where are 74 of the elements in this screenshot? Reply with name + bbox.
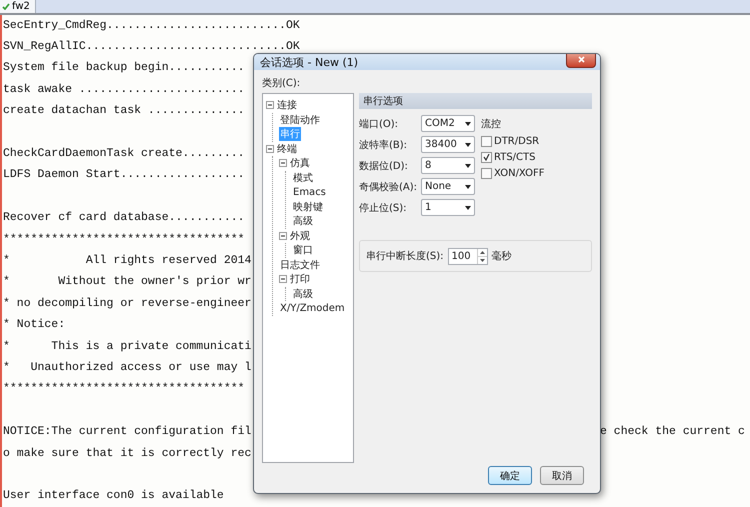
tree-item[interactable]: 终端 [276,142,298,156]
terminal-line: LDFS Daemon Start.................. [3,168,245,182]
tree-item[interactable]: Emacs [292,186,327,198]
tree-item[interactable]: 登陆动作 [279,112,321,127]
terminal-line: NOTICE:The current configuration fil [3,425,252,440]
terminal-line: * no decompiling or reverse-engineer [3,296,252,311]
field-label: 端口(O): [359,118,400,130]
tree-item[interactable]: 日志文件 [279,258,321,272]
close-button[interactable] [566,54,596,68]
field-label: 串行中断长度(S): [366,250,444,263]
collapse-icon[interactable] [279,232,287,240]
terminal-line: e check the current c [600,425,745,440]
tree-item[interactable]: 外观 [289,228,311,243]
field-label: 数据位(D): [359,160,409,172]
checkbox-label: RTS/CTS [494,152,536,163]
checkbox-label: DTR/DSR [494,136,540,147]
unit-label: 毫秒 [492,250,512,263]
terminal-line: SecEntry_CmdReg..........................OK [3,18,300,33]
tree-item[interactable]: 打印 [289,272,311,286]
dropdown-field[interactable]: 8 [421,157,475,174]
dropdown-field[interactable]: COM2 [421,115,475,132]
terminal-line: SVN_RegAllIC.............................OK [3,40,300,54]
terminal-line: *********************************** [3,382,245,396]
tree-item[interactable]: 高级 [292,214,314,228]
dropdown-field[interactable]: 1 [421,199,475,216]
checkbox[interactable] [481,152,492,163]
caret-icon [465,184,471,188]
tree-item[interactable]: 高级 [292,286,314,301]
caret-icon [465,122,471,126]
tree-item[interactable]: 仿真 [289,156,311,170]
terminal-line: User interface con0 is available [3,489,224,504]
terminal-line: * Unauthorized access or use may l [3,360,252,375]
caret-icon [465,142,471,146]
collapse-icon[interactable] [266,144,274,153]
terminal-line: CheckCardDaemonTask create......... [3,147,245,162]
caret-icon [465,164,471,168]
terminal-line: o make sure that it is correctly rec [3,446,252,460]
checkbox[interactable] [481,136,492,147]
terminal-line: System file backup begin........... [3,61,245,76]
dropdown-field[interactable]: 38400 [421,136,475,153]
number-field[interactable]: 100 [448,248,488,264]
terminal-line: Recover cf card database........... [3,211,245,226]
terminal-line: * Notice: [3,318,66,332]
section-header: 串行选项 [359,93,592,109]
tree-item[interactable]: 窗口 [292,243,314,258]
terminal-line: * This is a private communicati [3,340,252,354]
terminal-line: create datachan task .............. [3,104,245,118]
tree-item[interactable]: 模式 [292,170,314,185]
group-label: 流控 [481,118,502,131]
close-icon [578,56,584,63]
collapse-icon[interactable] [279,159,287,168]
dialog-button[interactable]: 取消 [540,466,584,485]
terminal-line: * Without the owner's prior wr [3,275,252,290]
session-tab[interactable]: fw2 [0,0,36,13]
terminal-line: task awake ........................ [3,82,245,97]
field-label: 奇偶校验(A): [359,180,418,194]
dialog-button[interactable]: 确定 [488,466,532,485]
caret-icon [465,206,471,210]
terminal-line: *********************************** [3,232,245,247]
collapse-icon[interactable] [279,275,287,284]
tree-item[interactable]: 连接 [276,98,298,112]
tree-item[interactable]: 映射键 [292,200,324,214]
dropdown-field[interactable]: None [421,178,475,195]
field-label: 停止位(S): [359,202,408,214]
tree-item[interactable]: X/Y/Zmodem [279,302,346,314]
spinner-icon[interactable] [478,248,487,264]
window-title: 会话选项 - New (1) [260,54,358,70]
category-label: 类别(C): [262,76,302,90]
checkbox-label: XON/XOFF [494,168,545,179]
checkbox[interactable] [481,168,492,179]
check-icon [2,3,10,10]
terminal-line: * All rights reserved 2014 [3,254,252,268]
field-label: 波特率(B): [359,138,408,152]
collapse-icon[interactable] [266,101,274,110]
